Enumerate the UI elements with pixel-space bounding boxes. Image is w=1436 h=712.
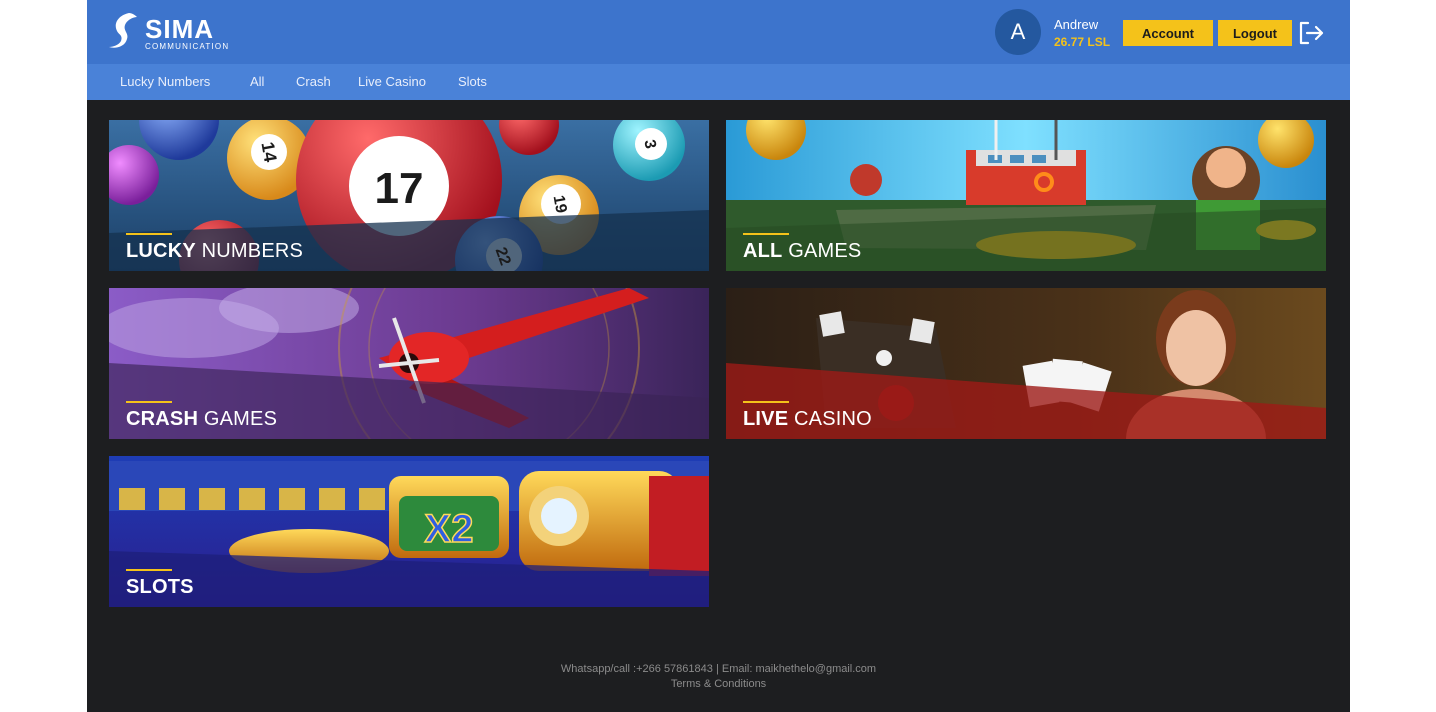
card-title: ALL GAMES: [743, 240, 861, 263]
footer-contact: Whatsapp/call :+266 57861843 | Email: ma…: [560, 663, 877, 675]
multiplier-art: X2: [425, 507, 474, 551]
card-title: SLOTS: [126, 576, 194, 599]
card-all-games[interactable]: ALL GAMES: [726, 120, 1326, 271]
card-title: CRASH GAMES: [126, 408, 277, 431]
slots-artwork: X2: [109, 456, 709, 607]
card-title-bold: CRASH: [126, 408, 199, 430]
card-accent-bar: [743, 401, 789, 403]
card-title-bold: ALL: [743, 240, 783, 262]
ball-number: 14: [257, 140, 280, 163]
page: SIMA COMMUNICATION A Andrew 26.77 LSL Ac…: [87, 0, 1350, 712]
card-title-bold: LUCKY: [126, 240, 196, 262]
logout-icon[interactable]: [1297, 20, 1325, 46]
card-slots[interactable]: X2 SLOTS: [109, 456, 709, 607]
card-accent-bar: [126, 401, 172, 403]
card-title-bold: LIVE: [743, 408, 789, 430]
nav-item-slots[interactable]: Slots: [458, 74, 487, 89]
nav-item-crash[interactable]: Crash: [296, 74, 331, 89]
user-name: Andrew: [1054, 17, 1099, 32]
logout-button[interactable]: Logout: [1218, 20, 1292, 46]
card-lucky-numbers[interactable]: 14 17 3 19 22 LUCKY NUMBERS: [109, 120, 709, 271]
card-accent-bar: [126, 233, 172, 235]
brand-subtitle: COMMUNICATION: [145, 42, 230, 51]
card-accent-bar: [126, 569, 172, 571]
ball-number: 19: [550, 194, 570, 215]
top-header: SIMA COMMUNICATION A Andrew 26.77 LSL Ac…: [87, 0, 1350, 64]
ball-number: 17: [375, 164, 424, 213]
brand-logo-icon: [109, 13, 137, 48]
card-live-casino[interactable]: LIVE CASINO: [726, 288, 1326, 439]
terms-link[interactable]: Terms & Conditions: [87, 678, 1350, 690]
nav-item-live-casino[interactable]: Live Casino: [358, 74, 426, 89]
user-balance: 26.77 LSL: [1054, 35, 1111, 49]
nav-item-all[interactable]: All: [250, 74, 264, 89]
card-title: LUCKY NUMBERS: [126, 240, 303, 263]
card-title-bold: SLOTS: [126, 576, 194, 598]
card-title-light: GAMES: [198, 408, 278, 430]
nav-item-lucky-numbers[interactable]: Lucky Numbers: [120, 74, 210, 89]
card-title: LIVE CASINO: [743, 408, 872, 431]
category-nav: Lucky Numbers All Crash Live Casino Slot…: [87, 64, 1350, 100]
card-accent-bar: [743, 233, 789, 235]
card-title-light: CASINO: [788, 408, 872, 430]
card-title-light: NUMBERS: [195, 240, 304, 262]
card-title-light: GAMES: [782, 240, 862, 262]
account-button[interactable]: Account: [1123, 20, 1213, 46]
card-crash-games[interactable]: CRASH GAMES: [109, 288, 709, 439]
brand-name: SIMA: [145, 14, 214, 44]
brand-logo[interactable]: SIMA COMMUNICATION: [107, 9, 230, 55]
avatar[interactable]: A: [995, 9, 1041, 55]
